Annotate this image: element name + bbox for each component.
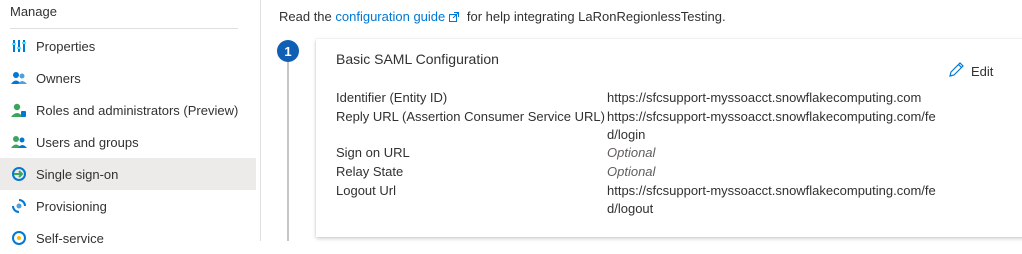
sidebar-item-self-service[interactable]: Self-service — [0, 222, 256, 254]
pencil-icon — [948, 61, 965, 81]
sidebar-item-label: Roles and administrators (Preview) — [36, 102, 239, 118]
sidebar-item-label: Self-service — [36, 230, 104, 246]
field-label: Sign on URL — [336, 145, 410, 160]
field-value: https://sfcsupport-myssoacct.snowflakeco… — [607, 90, 922, 105]
sidebar-item-users-groups[interactable]: Users and groups — [0, 126, 256, 158]
external-link-icon — [449, 10, 460, 25]
field-value: https://sfcsupport-myssoacct.snowflakeco… — [607, 183, 936, 216]
sidebar: Manage Properties Owners Roles and admin… — [0, 0, 256, 246]
sidebar-item-single-sign-on[interactable]: Single sign-on — [0, 158, 256, 190]
field-label: Identifier (Entity ID) — [336, 90, 448, 105]
step-connector-line — [287, 62, 289, 241]
intro-prefix: Read the — [279, 9, 332, 24]
field-value: Optional — [607, 164, 656, 179]
field-label: Logout Url — [336, 183, 396, 198]
provisioning-icon — [11, 198, 27, 214]
sidebar-item-label: Users and groups — [36, 134, 139, 150]
sidebar-item-provisioning[interactable]: Provisioning — [0, 190, 256, 222]
field-value: Optional — [607, 145, 656, 160]
sidebar-item-label: Single sign-on — [36, 166, 119, 182]
sidebar-item-properties[interactable]: Properties — [0, 30, 256, 62]
self-service-icon — [11, 230, 27, 246]
single-sign-on-icon — [11, 166, 27, 182]
section-divider — [10, 28, 238, 29]
edit-label: Edit — [971, 63, 994, 79]
field-label: Reply URL (Assertion Consumer Service UR… — [336, 109, 605, 124]
step-number-badge: 1 — [277, 40, 299, 62]
section-title: Manage — [10, 4, 57, 19]
sidebar-divider — [260, 0, 261, 241]
sidebar-item-label: Owners — [36, 70, 81, 86]
field-value: https://sfcsupport-myssoacct.snowflakeco… — [607, 109, 936, 142]
sidebar-item-label: Properties — [36, 38, 96, 54]
basic-saml-configuration-card: Basic SAML Configuration Edit Identifier… — [316, 39, 1022, 237]
properties-icon — [11, 38, 27, 54]
owners-icon — [11, 70, 27, 86]
field-label: Relay State — [336, 164, 404, 179]
users-groups-icon — [11, 134, 27, 150]
roles-icon — [11, 102, 27, 118]
configuration-guide-link[interactable]: configuration guide — [335, 9, 445, 24]
sidebar-item-label: Provisioning — [36, 198, 107, 214]
intro-suffix: for help integrating LaRonRegionlessTest… — [466, 9, 726, 24]
intro-text: Read the configuration guide for help in… — [279, 9, 726, 25]
sidebar-item-roles[interactable]: Roles and administrators (Preview) — [0, 94, 256, 126]
card-title: Basic SAML Configuration — [336, 51, 499, 67]
edit-button[interactable]: Edit — [948, 61, 993, 81]
sidebar-item-owners[interactable]: Owners — [0, 62, 256, 94]
